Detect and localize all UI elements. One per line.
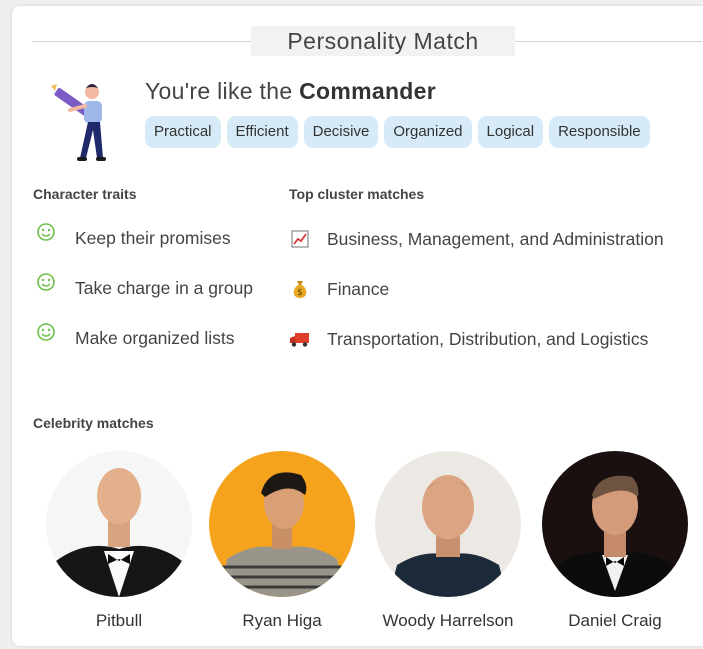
celebrity-name: Ryan Higa — [242, 611, 322, 630]
cluster-item: Transportation, Distribution, and Logist… — [289, 328, 648, 350]
trait-item: Take charge in a group — [36, 272, 254, 299]
trait-item: Keep their promises — [36, 222, 231, 249]
celebrity-name: Woody Harrelson — [382, 611, 514, 630]
card-title: Personality Match — [251, 26, 515, 56]
celebrity-matches-label: Celebrity matches — [33, 415, 154, 431]
trait-text: Make organized lists — [75, 328, 235, 348]
svg-text:$: $ — [297, 288, 303, 298]
celebrity-card: Pitbull — [46, 451, 192, 631]
celebrity-card: Ryan Higa — [209, 451, 355, 631]
celebrity-card: Woody Harrelson — [375, 451, 521, 631]
trait-text: Take charge in a group — [75, 278, 254, 298]
smiley-icon — [37, 222, 55, 241]
commander-illustration — [51, 84, 106, 161]
tag-practical: Practical — [145, 116, 221, 148]
truck-icon — [289, 328, 311, 350]
match-type-name: Commander — [299, 78, 437, 104]
celebrity-card: Daniel Craig — [542, 451, 688, 631]
tag-responsible: Responsible — [549, 116, 650, 148]
celebrity-avatar — [209, 451, 355, 597]
match-prefix: You're like the — [145, 78, 300, 104]
cluster-text: Finance — [327, 278, 390, 299]
tag-efficient: Efficient — [226, 116, 298, 148]
money-bag-icon: $ — [289, 278, 311, 300]
tag-logical: Logical — [477, 116, 544, 148]
celebrity-avatar — [542, 451, 688, 597]
smiley-icon — [37, 272, 55, 291]
trait-tags: Practical Efficient Decisive Organized L… — [145, 116, 650, 148]
tag-organized: Organized — [384, 116, 472, 148]
celebrity-avatar — [375, 451, 521, 597]
trait-text: Keep their promises — [75, 228, 231, 248]
top-cluster-label: Top cluster matches — [289, 186, 425, 202]
character-traits-label: Character traits — [33, 186, 137, 202]
cluster-text: Business, Management, and Administration — [327, 228, 664, 249]
card-title-row: Personality Match — [32, 26, 702, 56]
personality-match-card: Personality Match You're like the Comman… — [12, 6, 703, 646]
cluster-item: Business, Management, and Administration — [289, 228, 664, 250]
celebrity-name: Daniel Craig — [568, 611, 662, 630]
smiley-icon — [37, 322, 55, 341]
trait-item: Make organized lists — [36, 322, 235, 349]
celebrity-name: Pitbull — [95, 611, 143, 630]
celebrity-avatar — [46, 451, 192, 597]
chart-icon — [289, 228, 311, 250]
cluster-item: $ Finance — [289, 278, 389, 300]
match-heading: You're like the Commander — [145, 78, 436, 105]
cluster-text: Transportation, Distribution, and Logist… — [327, 328, 649, 349]
tag-decisive: Decisive — [303, 116, 379, 148]
